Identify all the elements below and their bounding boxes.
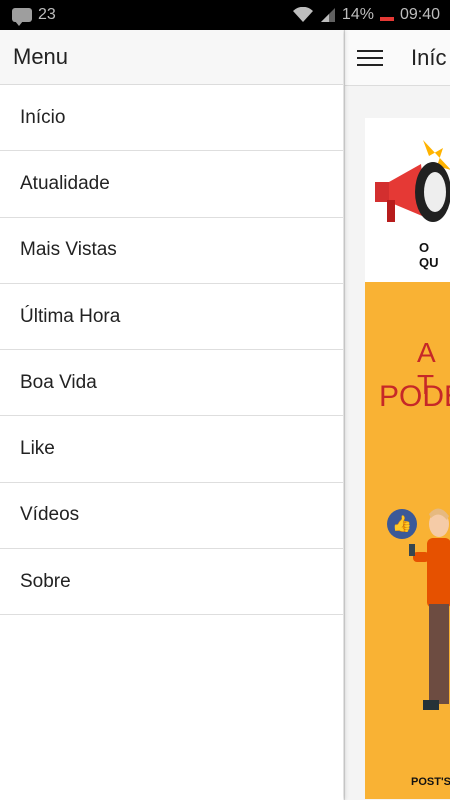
megaphone-icon: [375, 140, 450, 222]
wifi-icon: [292, 7, 313, 22]
app-bar: Iníc: [345, 30, 450, 86]
menu-item-boa-vida[interactable]: Boa Vida: [0, 350, 343, 417]
hamburger-menu-icon[interactable]: [345, 30, 395, 86]
menu-item-videos[interactable]: Vídeos: [0, 483, 343, 550]
navigation-drawer: Menu Início Atualidade Mais Vistas Últim…: [0, 30, 343, 800]
banner-top-caption: O QU: [419, 240, 439, 270]
promo-banner-top[interactable]: O QU: [365, 118, 450, 283]
menu-item-atualidade[interactable]: Atualidade: [0, 151, 343, 218]
page-title: Iníc: [411, 44, 447, 70]
promo-banner-main[interactable]: A T PODE 👍 POST'S: [365, 282, 450, 799]
battery-percent: 14%: [341, 6, 374, 23]
chat-notification-icon: [12, 8, 32, 26]
cell-signal-icon: [320, 8, 335, 22]
menu-item-mais-vistas[interactable]: Mais Vistas: [0, 218, 343, 284]
menu-item-sobre[interactable]: Sobre: [0, 549, 343, 616]
menu-item-inicio[interactable]: Início: [0, 85, 343, 152]
notification-count: 23: [38, 6, 56, 23]
banner-headline-line-2: PODE: [379, 380, 450, 413]
screen: 23 14% 09:40 Iníc O QU A T POD 👍 POST'S …: [0, 0, 450, 800]
clock: 09:40: [399, 6, 440, 23]
person-illustration: [409, 508, 450, 710]
main-page: Iníc O QU A T PODE 👍: [344, 30, 450, 800]
banner-footer-text: POST'S: [411, 776, 450, 788]
status-bar: 23 14% 09:40: [0, 0, 450, 30]
drawer-title: Menu: [13, 44, 69, 69]
menu-list: Início Atualidade Mais Vistas Última Hor…: [0, 85, 343, 616]
menu-item-ultima-hora[interactable]: Última Hora: [0, 284, 343, 351]
battery-low-icon: [379, 17, 394, 21]
menu-item-like[interactable]: Like: [0, 416, 343, 483]
drawer-header: Menu: [0, 30, 343, 85]
